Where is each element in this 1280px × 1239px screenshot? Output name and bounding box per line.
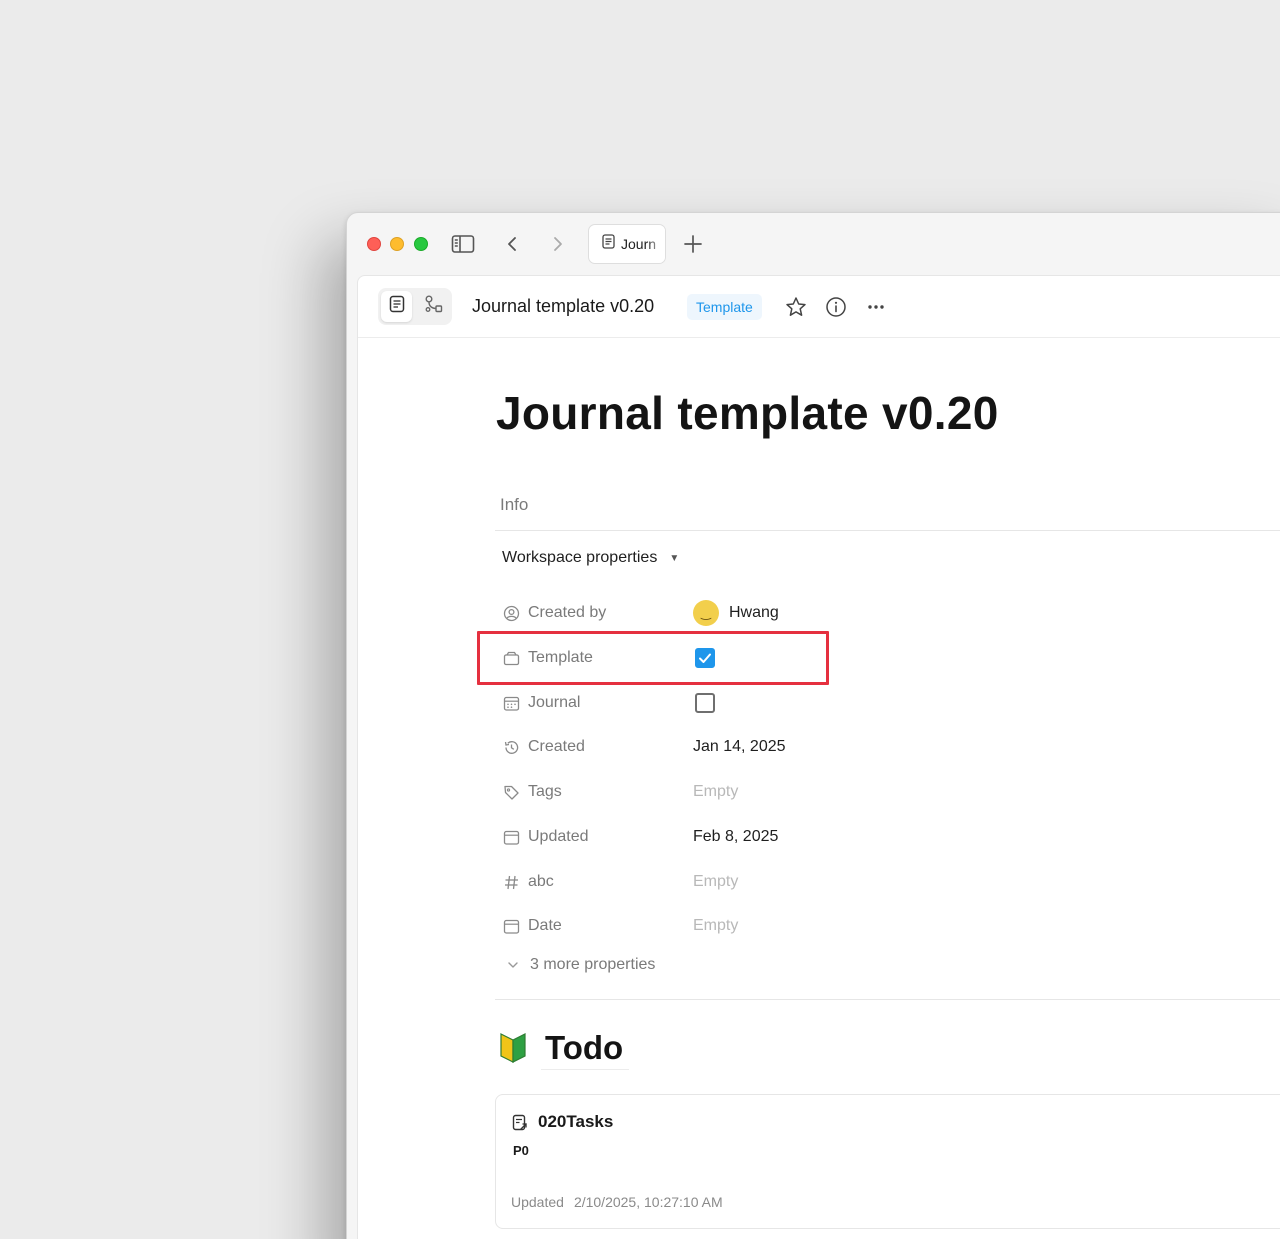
property-name: abc	[528, 873, 554, 890]
minimize-window-button[interactable]	[390, 237, 404, 251]
content-panel: Journal template v0.20 Template Journal …	[357, 275, 1280, 1239]
card-title: 020Tasks	[512, 1112, 613, 1132]
sidebar-toggle-icon[interactable]	[450, 232, 476, 256]
user-circle-icon	[502, 604, 520, 622]
header-title[interactable]: Journal template v0.20	[472, 296, 654, 317]
calendar-icon	[502, 917, 520, 935]
linked-doc-card[interactable]: 020Tasks P0 Updated 2/10/2025, 10:27:10 A…	[495, 1094, 1280, 1229]
more-properties-label: 3 more properties	[530, 956, 656, 973]
property-row-abc[interactable]: abc Empty	[502, 867, 902, 897]
edgeless-mode-button[interactable]	[418, 291, 449, 322]
card-title-text: 020Tasks	[538, 1112, 614, 1131]
property-name: Updated	[528, 828, 589, 845]
property-value[interactable]: Empty	[693, 783, 738, 801]
property-value[interactable]: Jan 14, 2025	[693, 738, 786, 756]
page-title[interactable]: Journal template v0.20	[496, 386, 999, 440]
info-icon[interactable]	[824, 295, 848, 319]
property-row-date[interactable]: Date Empty	[502, 911, 902, 941]
property-row-tags[interactable]: Tags Empty	[502, 777, 902, 807]
star-icon[interactable]	[784, 295, 808, 319]
mode-switch	[378, 288, 452, 325]
workspace-properties-label: Workspace properties	[502, 549, 658, 566]
doc-header: Journal template v0.20 Template	[358, 276, 1280, 338]
avatar: ‿	[693, 600, 719, 626]
property-value[interactable]: Feb 8, 2025	[693, 828, 778, 846]
hash-icon	[502, 873, 520, 891]
card-subtitle: P0	[513, 1143, 529, 1158]
property-name: Tags	[528, 783, 562, 800]
page-icon	[602, 234, 615, 254]
property-row-updated[interactable]: Updated Feb 8, 2025	[502, 822, 902, 852]
app-window: Journ Journal template v0.20 Template Jo…	[346, 212, 1280, 1239]
journal-checkbox[interactable]	[695, 693, 715, 713]
chevron-down-icon	[504, 961, 522, 969]
beginner-badge-icon	[499, 1031, 527, 1068]
caret-down-icon: ▼	[669, 552, 680, 564]
property-row-created-by[interactable]: Created by ‿ Hwang	[502, 598, 902, 628]
tag-icon	[502, 783, 520, 801]
property-row-created[interactable]: Created Jan 14, 2025	[502, 732, 902, 762]
more-icon[interactable]	[864, 295, 888, 319]
calendar-icon	[502, 828, 520, 846]
maximize-window-button[interactable]	[414, 237, 428, 251]
plus-icon[interactable]	[680, 232, 706, 256]
highlight-box	[477, 631, 829, 685]
property-name: Journal	[528, 694, 581, 711]
todo-heading-text: Todo	[541, 1029, 630, 1070]
property-value[interactable]: Empty	[693, 873, 738, 891]
card-updated: Updated 2/10/2025, 10:27:10 AM	[511, 1194, 723, 1210]
edgeless-mode-icon	[424, 295, 444, 318]
title-bar: Journ	[347, 213, 1280, 275]
info-section-label[interactable]: Info	[500, 495, 528, 515]
journal-calendar-icon	[502, 694, 520, 712]
property-name: Date	[528, 917, 562, 934]
todo-heading[interactable]: Todo	[499, 1029, 630, 1070]
property-value[interactable]: ‿ Hwang	[693, 600, 779, 626]
workspace-properties-toggle[interactable]: Workspace properties ▼	[502, 549, 679, 567]
property-row-journal[interactable]: Journal	[502, 688, 902, 718]
close-window-button[interactable]	[367, 237, 381, 251]
property-name: Created by	[528, 604, 607, 621]
divider	[495, 530, 1280, 531]
page-mode-button[interactable]	[381, 291, 412, 322]
tab-journal[interactable]: Journ	[588, 224, 666, 264]
card-updated-value: 2/10/2025, 10:27:10 AM	[573, 1194, 723, 1210]
property-value[interactable]: Empty	[693, 917, 738, 935]
more-properties-toggle[interactable]: 3 more properties	[504, 956, 655, 974]
template-badge: Template	[687, 294, 762, 320]
linked-doc-icon	[512, 1114, 528, 1131]
user-name: Hwang	[729, 604, 779, 621]
page-mode-icon	[389, 295, 405, 318]
back-arrow-icon[interactable]	[499, 232, 525, 256]
property-name: Created	[528, 738, 585, 755]
forward-arrow-icon[interactable]	[545, 232, 571, 256]
divider	[495, 999, 1280, 1000]
card-updated-label: Updated	[511, 1194, 564, 1210]
history-icon	[502, 738, 520, 756]
